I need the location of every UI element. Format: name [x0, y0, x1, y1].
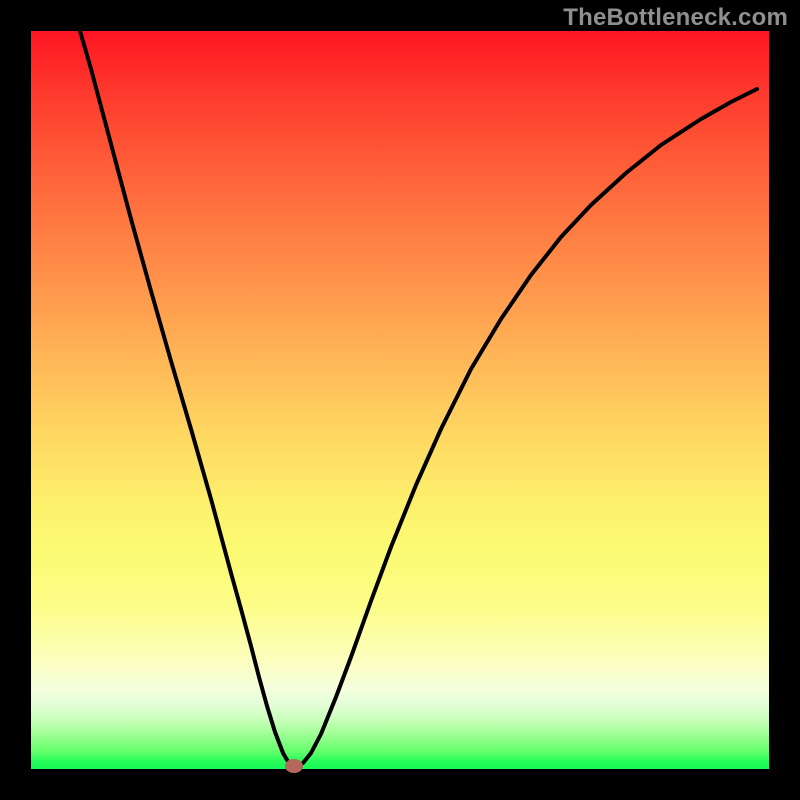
- curve-svg: [31, 31, 769, 769]
- chart-frame: TheBottleneck.com: [0, 0, 800, 800]
- attribution-text: TheBottleneck.com: [563, 4, 788, 32]
- plot-area: [31, 31, 769, 769]
- curve-minimum-marker: [285, 759, 303, 773]
- curve-line: [80, 31, 757, 766]
